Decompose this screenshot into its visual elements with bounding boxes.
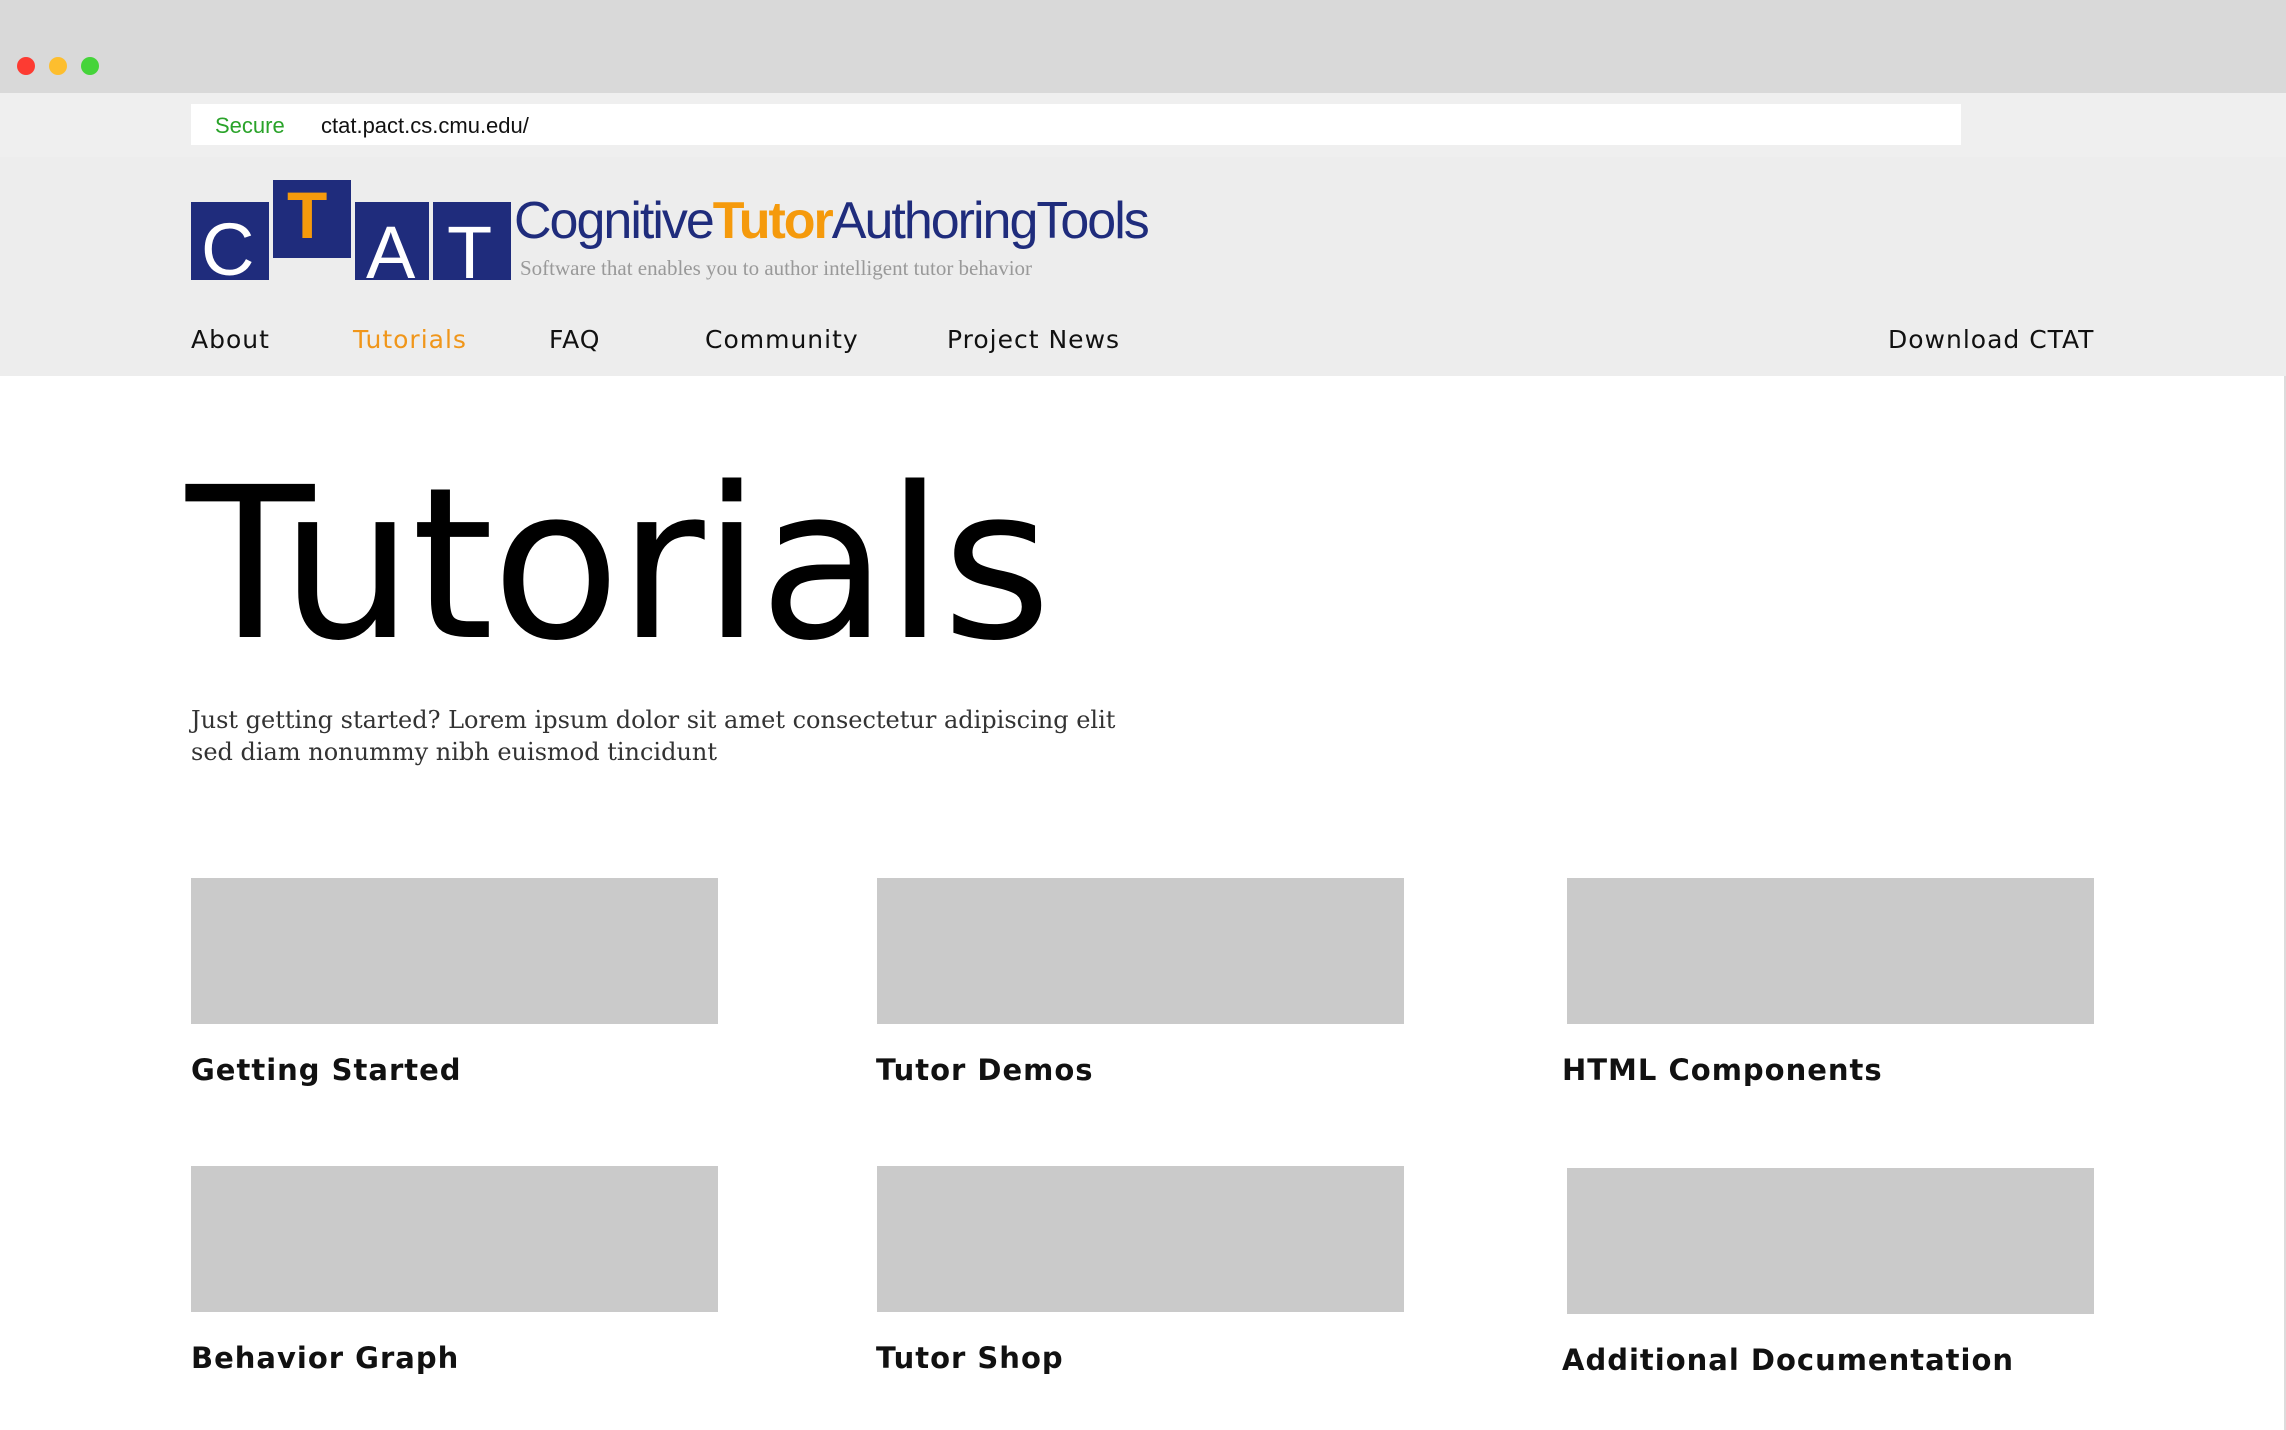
page-title: Tutorials [186, 442, 1051, 687]
close-window-icon[interactable] [17, 57, 35, 75]
nav-about[interactable]: About [191, 325, 270, 354]
card-title-behavior-graph[interactable]: Behavior Graph [191, 1341, 459, 1375]
logo-word-cognitive: Cognitive [514, 192, 715, 250]
site-header: C T A T CognitiveTutorAuthoringTools Sof… [0, 157, 2286, 376]
card-image-html-components[interactable] [1567, 878, 2094, 1024]
logo-letter-t2: T [447, 211, 492, 280]
nav-download-ctat[interactable]: Download CTAT [1888, 325, 2094, 354]
card-title-additional-documentation[interactable]: Additional Documentation [1562, 1343, 2014, 1377]
browser-titlebar [0, 0, 2286, 93]
nav-tutorials[interactable]: Tutorials [353, 325, 467, 354]
card-title-tutor-shop[interactable]: Tutor Shop [876, 1341, 1064, 1375]
logo-letter-c: C [201, 208, 254, 280]
address-bar-area: Secure ctat.pact.cs.cmu.edu/ [0, 93, 2286, 157]
card-image-additional-documentation[interactable] [1567, 1168, 2094, 1314]
logo-word-authoringtools: AuthoringTools [831, 192, 1150, 250]
card-title-tutor-demos[interactable]: Tutor Demos [876, 1053, 1094, 1087]
logo-tagline: Software that enables you to author inte… [520, 256, 1033, 280]
minimize-window-icon[interactable] [49, 57, 67, 75]
intro-text: Just getting started? Lorem ipsum dolor … [191, 706, 1116, 766]
card-image-tutor-demos[interactable] [877, 878, 1404, 1024]
nav-faq[interactable]: FAQ [549, 325, 600, 354]
logo-letter-a: A [366, 211, 416, 280]
logo-wordmark: CognitiveTutorAuthoringTools [514, 191, 1150, 251]
card-title-getting-started[interactable]: Getting Started [191, 1053, 462, 1087]
logo-word-tutor: Tutor [712, 192, 834, 250]
card-title-html-components[interactable]: HTML Components [1562, 1053, 1883, 1087]
nav-project-news[interactable]: Project News [947, 325, 1120, 354]
card-image-behavior-graph[interactable] [191, 1166, 718, 1312]
ctat-logo-mark: C T A T [191, 180, 511, 280]
card-image-getting-started[interactable] [191, 878, 718, 1024]
address-bar[interactable]: Secure ctat.pact.cs.cmu.edu/ [191, 104, 1961, 145]
secure-label: Secure [215, 113, 285, 138]
maximize-window-icon[interactable] [81, 57, 99, 75]
card-image-tutor-shop[interactable] [877, 1166, 1404, 1312]
logo-letter-t1: T [287, 180, 327, 252]
url-text[interactable]: ctat.pact.cs.cmu.edu/ [321, 113, 529, 139]
nav-community[interactable]: Community [705, 325, 859, 354]
